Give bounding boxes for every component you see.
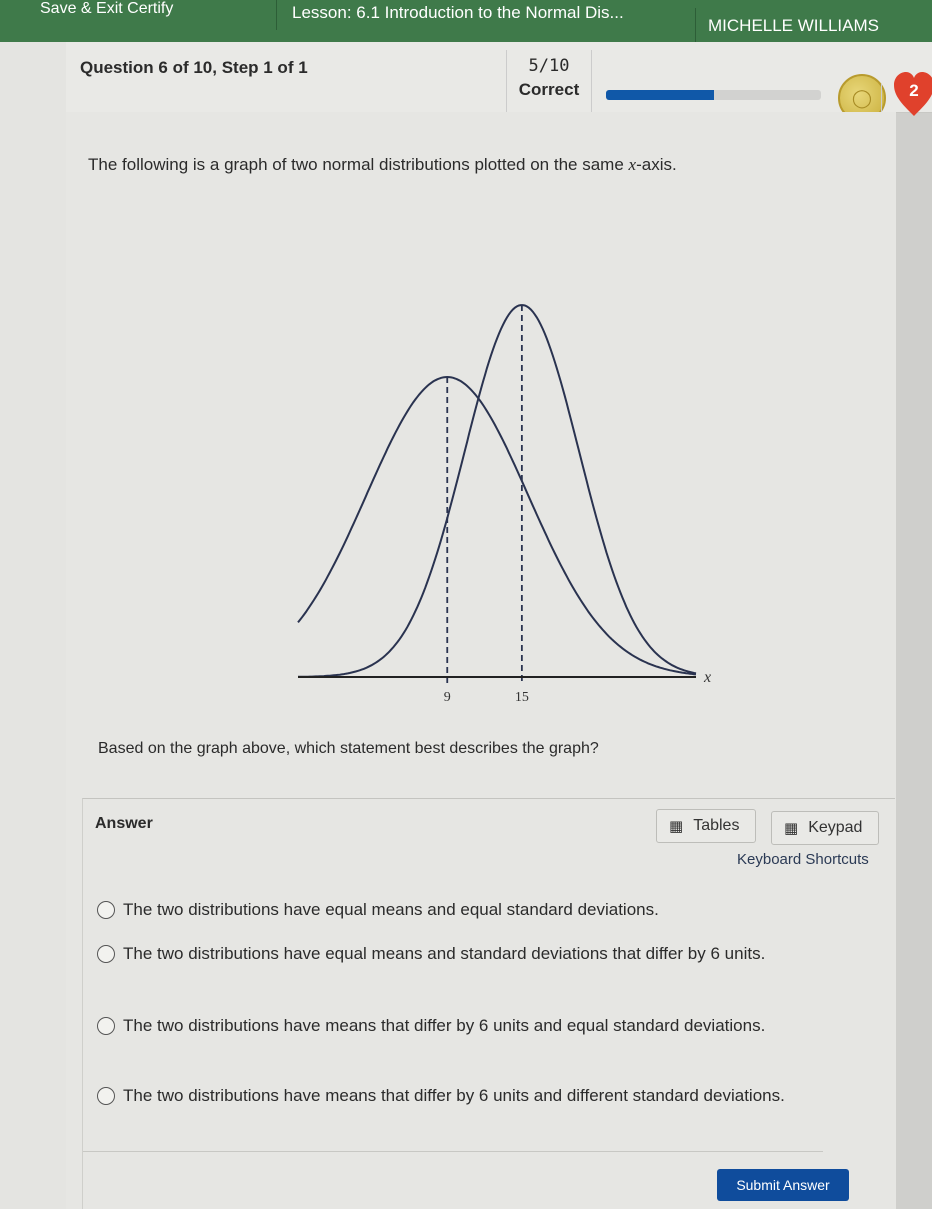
radio-button[interactable] (97, 1086, 115, 1105)
submit-answer-button[interactable]: Submit Answer (717, 1169, 849, 1201)
score-label: Correct (518, 80, 580, 99)
x-tick-label: 15 (515, 690, 529, 705)
answer-label: Answer (95, 815, 153, 832)
radio-button[interactable] (97, 900, 115, 919)
keyboard-shortcuts-link[interactable]: Keyboard Shortcuts (737, 851, 869, 868)
divider (83, 1151, 823, 1152)
calculator-icon: ▦ (784, 820, 799, 837)
radio-button[interactable] (97, 944, 115, 963)
prompt-tail: -axis. (636, 155, 677, 174)
tables-label: Tables (693, 817, 740, 834)
right-edge (896, 42, 932, 1209)
question-content: The following is a graph of two normal d… (66, 112, 896, 1209)
answer-option-3[interactable]: The two distributions have means that di… (97, 1013, 823, 1038)
followup-question: Based on the graph above, which statemen… (98, 740, 599, 757)
user-name[interactable]: MICHELLE WILLIAMS (695, 8, 932, 44)
answer-option-1[interactable]: The two distributions have equal means a… (97, 897, 823, 922)
answer-option-2[interactable]: The two distributions have equal means a… (97, 941, 823, 966)
hearts-count: 2 (909, 81, 919, 100)
option-text: The two distributions have equal means a… (123, 900, 659, 919)
keypad-button[interactable]: ▦ Keypad (771, 811, 879, 845)
prompt-text: The following is a graph of two normal d… (88, 155, 624, 174)
radio-button[interactable] (97, 1016, 115, 1035)
question-title: Question 6 of 10, Step 1 of 1 (80, 58, 308, 77)
question-header: Question 6 of 10, Step 1 of 1 5/10 Corre… (66, 42, 932, 124)
score-box: 5/10 Correct (506, 50, 592, 112)
prompt-variable: x (628, 155, 637, 174)
top-bar: Save & Exit Certify Lesson: 6.1 Introduc… (0, 0, 932, 44)
lesson-title[interactable]: Lesson: 6.1 Introduction to the Normal D… (292, 0, 692, 34)
x-tick-label: 9 (444, 690, 451, 705)
option-text: The two distributions have equal means a… (123, 944, 766, 963)
score-value: 5/10 (528, 56, 570, 76)
heart-icon: 2 (894, 72, 932, 118)
save-exit-link[interactable]: Save & Exit Certify (40, 0, 277, 30)
normal-distribution-graph: x 9 15 (297, 304, 711, 705)
x-axis-label: x (703, 669, 711, 686)
tables-button[interactable]: ▦ Tables (656, 809, 756, 843)
progress-fill (606, 90, 714, 100)
answer-panel: Answer ▦ Tables ▦ Keypad Keyboard Shortc… (82, 798, 895, 1209)
table-icon: ▦ (669, 818, 684, 835)
curve-distribution-B (298, 304, 697, 678)
left-gutter (0, 42, 66, 1209)
progress-bar (606, 90, 821, 100)
answer-option-4[interactable]: The two distributions have means that di… (97, 1083, 823, 1108)
keypad-label: Keypad (808, 819, 863, 836)
question-prompt: The following is a graph of two normal d… (88, 154, 728, 176)
option-text: The two distributions have means that di… (123, 1016, 766, 1035)
option-text: The two distributions have means that di… (123, 1086, 785, 1105)
curve-distribution-A (297, 375, 697, 676)
